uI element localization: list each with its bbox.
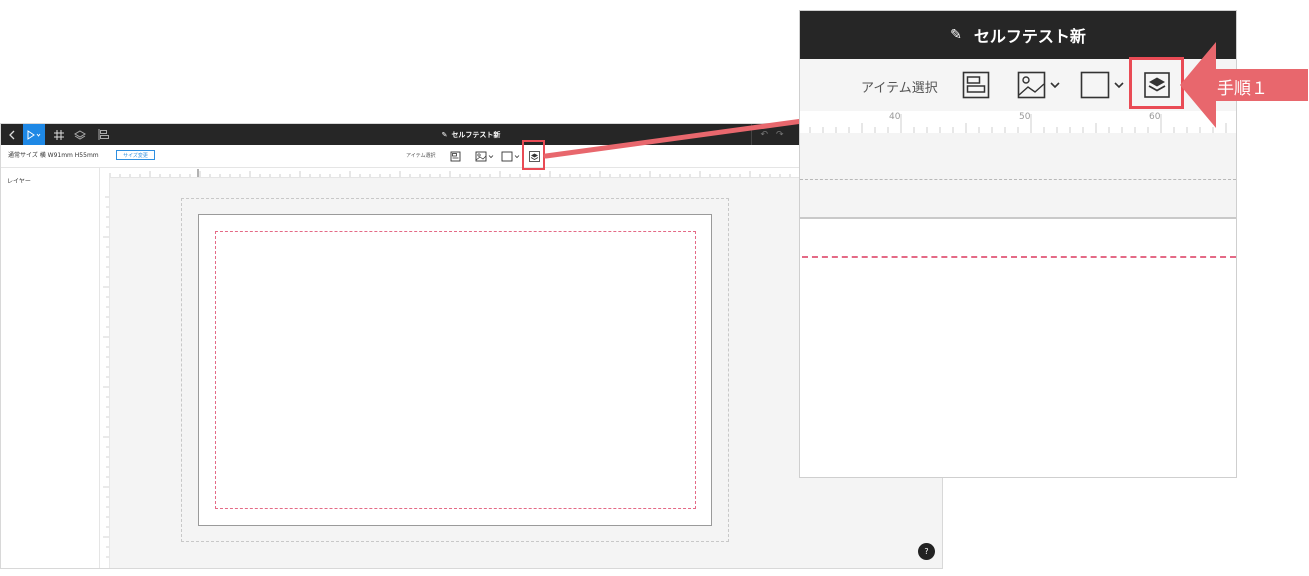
ruler-number: 40 <box>889 112 901 122</box>
pencil-icon: ✎ <box>950 27 962 43</box>
zoom-document-title-text: セルフテスト新 <box>973 27 1086 46</box>
redo-icon[interactable]: ↷ <box>776 130 784 140</box>
pencil-icon: ✎ <box>441 130 448 139</box>
select-tool-icon[interactable] <box>23 124 45 145</box>
zoom-ruler: 40 50 60 <box>800 111 1236 134</box>
document-title-text: セルフテスト新 <box>451 130 501 139</box>
undo-redo: ↶ ↷ <box>751 124 792 145</box>
zoom-workspace <box>800 133 1236 218</box>
help-button[interactable]: ? <box>918 543 935 560</box>
zoom-item-select-label: アイテム選択 <box>861 81 938 96</box>
zoom-layer-toggle-highlight <box>1129 57 1184 109</box>
size-change-button[interactable]: サイズ変更 <box>116 150 155 160</box>
zoom-safe-area-guide <box>802 256 1236 258</box>
grid-icon[interactable] <box>50 124 68 145</box>
align-tool-icon[interactable] <box>960 69 992 101</box>
step-label: 手順１ <box>1217 79 1268 99</box>
align-tool-icon[interactable] <box>447 149 463 163</box>
image-tool-icon[interactable] <box>473 149 497 163</box>
shape-tool-icon[interactable] <box>500 149 522 163</box>
size-label: 通常サイズ 横 W91mm H55mm <box>8 152 99 159</box>
safe-area-guide <box>215 231 696 509</box>
image-tool-icon[interactable] <box>1016 69 1064 101</box>
layers-icon[interactable] <box>71 124 89 145</box>
layer-panel-label: レイヤー <box>7 178 31 185</box>
layer-panel: レイヤー <box>1 168 100 568</box>
zoom-bleed-line <box>800 179 1236 180</box>
zoom-document-title: ✎ セルフテスト新 <box>800 11 1236 59</box>
help-label: ? <box>924 547 929 556</box>
back-icon[interactable] <box>3 124 21 145</box>
item-select-label: アイテム選択 <box>406 153 436 159</box>
align-icon[interactable] <box>94 124 112 145</box>
ruler-number: 60 <box>1149 112 1161 122</box>
ruler-number: 50 <box>1019 112 1031 122</box>
undo-icon[interactable]: ↶ <box>760 130 768 140</box>
ruler-left <box>100 177 110 568</box>
document-title: ✎ セルフテスト新 <box>401 124 541 145</box>
shape-tool-icon[interactable] <box>1079 69 1127 101</box>
layer-toggle-highlight <box>522 140 545 170</box>
